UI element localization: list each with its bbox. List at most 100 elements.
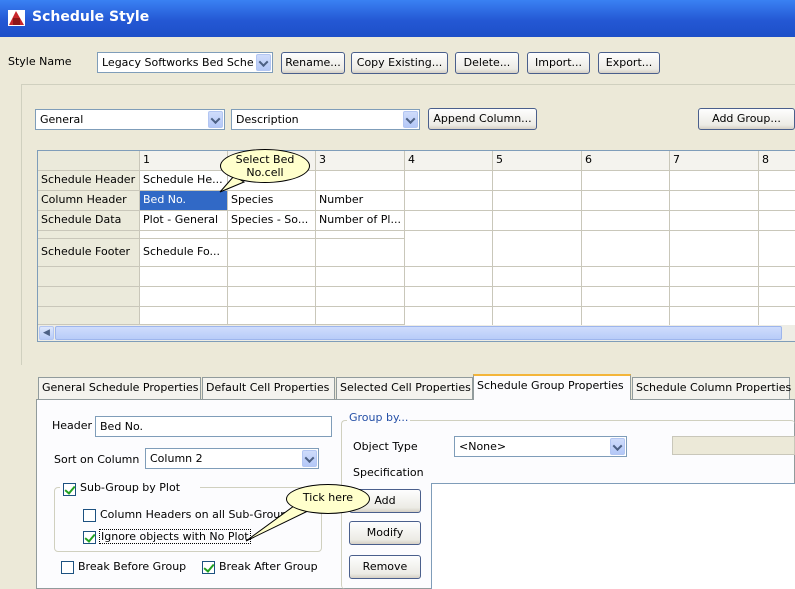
column-number[interactable]: 6 xyxy=(582,151,670,171)
copy-existing-button[interactable]: Copy Existing... xyxy=(351,52,448,74)
object-type-select[interactable]: <None> xyxy=(454,436,627,457)
object-type-label: Object Type xyxy=(353,440,418,453)
app-icon xyxy=(8,10,25,26)
column-number[interactable]: 3 xyxy=(316,151,405,171)
row-label: Column Header xyxy=(38,191,140,211)
chevron-down-icon[interactable] xyxy=(403,111,418,128)
row-label xyxy=(38,287,140,307)
export-button[interactable]: Export... xyxy=(598,52,660,74)
schedule-table[interactable]: 1 2 3 4 5 6 7 8 Schedule Header Schedule… xyxy=(37,150,795,342)
grid-line xyxy=(404,171,405,325)
object-type-value: <None> xyxy=(459,440,507,453)
grid-line xyxy=(405,210,795,211)
tab-general-schedule-properties[interactable]: General Schedule Properties xyxy=(38,377,201,399)
category-select[interactable]: General xyxy=(35,109,225,130)
horizontal-scrollbar[interactable]: ◀ xyxy=(38,325,795,341)
remove-button[interactable]: Remove xyxy=(349,555,421,579)
add-group-button[interactable]: Add Group... xyxy=(698,108,795,130)
table-cell[interactable] xyxy=(140,287,228,307)
grid-line xyxy=(405,306,795,307)
sort-label: Sort on Column xyxy=(54,453,140,466)
table-cell[interactable]: Plot - General xyxy=(140,211,228,231)
header-field[interactable]: Bed No. xyxy=(95,416,332,437)
table-cell[interactable] xyxy=(140,267,228,287)
column-headers-checkbox[interactable] xyxy=(83,509,96,522)
append-column-button[interactable]: Append Column... xyxy=(428,108,537,130)
tab-schedule-group-properties[interactable]: Schedule Group Properties xyxy=(473,374,631,400)
sort-column-select[interactable]: Column 2 xyxy=(145,448,319,469)
column-number[interactable]: 8 xyxy=(759,151,795,171)
table-cell[interactable] xyxy=(228,239,316,267)
table-cell[interactable] xyxy=(316,287,405,307)
subgroup-label: Sub-Group by Plot xyxy=(80,481,181,494)
table-cell[interactable]: Species - So... xyxy=(228,211,316,231)
group-by-legend: Group by... xyxy=(347,411,411,424)
property-select[interactable]: Description xyxy=(231,109,420,130)
table-cell[interactable] xyxy=(316,231,405,239)
table-cell[interactable] xyxy=(316,307,405,325)
ignore-no-plot-label: Ignore objects with No Plot xyxy=(99,529,251,544)
rename-button[interactable]: Rename... xyxy=(281,52,345,74)
grid-line xyxy=(405,230,795,231)
break-before-label: Break Before Group xyxy=(78,560,187,573)
table-cell[interactable] xyxy=(140,307,228,325)
specification-label: Specification xyxy=(353,466,424,479)
grid-line xyxy=(405,266,795,267)
table-cell[interactable]: Number of Pl... xyxy=(316,211,405,231)
table-cell[interactable]: Schedule Fo... xyxy=(140,239,228,267)
chevron-down-icon[interactable] xyxy=(256,54,271,71)
chevron-down-icon[interactable] xyxy=(302,450,317,467)
table-corner xyxy=(38,151,140,171)
scroll-left-icon[interactable]: ◀ xyxy=(39,326,54,340)
table-cell[interactable] xyxy=(140,231,228,239)
grid-line xyxy=(581,171,582,325)
row-label xyxy=(38,231,140,239)
sort-column-value: Column 2 xyxy=(150,452,203,465)
grid-line xyxy=(405,190,795,191)
callout-tick-here: Tick here xyxy=(286,484,370,514)
row-label xyxy=(38,267,140,287)
table-cell[interactable] xyxy=(228,287,316,307)
ignore-no-plot-checkbox[interactable] xyxy=(83,531,96,544)
tab-selected-cell-properties[interactable]: Selected Cell Properties xyxy=(336,377,473,399)
style-name-label: Style Name xyxy=(8,55,72,68)
table-cell[interactable] xyxy=(316,171,405,191)
row-label: Schedule Header xyxy=(38,171,140,191)
table-cell[interactable]: Number xyxy=(316,191,405,211)
break-after-checkbox[interactable] xyxy=(202,561,215,574)
property-value: Description xyxy=(236,113,299,126)
row-label xyxy=(38,307,140,325)
table-cell[interactable] xyxy=(316,239,405,267)
specification-list[interactable] xyxy=(431,483,795,589)
column-number[interactable]: 4 xyxy=(405,151,493,171)
break-after-label: Break After Group xyxy=(219,560,318,573)
chevron-down-icon[interactable] xyxy=(208,111,223,128)
category-value: General xyxy=(40,113,84,126)
delete-button[interactable]: Delete... xyxy=(455,52,519,74)
table-cell[interactable] xyxy=(228,307,316,325)
grid-line xyxy=(669,171,670,325)
disabled-field xyxy=(672,436,795,455)
tab-default-cell-properties[interactable]: Default Cell Properties xyxy=(202,377,335,399)
table-cell[interactable] xyxy=(228,267,316,287)
callout-select-cell: Select Bed No.cell xyxy=(220,149,310,183)
import-button[interactable]: Import... xyxy=(527,52,590,74)
column-number[interactable]: 5 xyxy=(493,151,582,171)
window-title: Schedule Style xyxy=(32,9,150,25)
style-name-value: Legacy Softworks Bed Sche xyxy=(102,56,254,69)
grid-line xyxy=(405,286,795,287)
break-before-checkbox[interactable] xyxy=(61,561,74,574)
row-label: Schedule Data xyxy=(38,211,140,231)
subgroup-checkbox[interactable] xyxy=(63,483,76,496)
column-number[interactable]: 7 xyxy=(670,151,759,171)
style-name-select[interactable]: Legacy Softworks Bed Sche xyxy=(97,52,273,73)
table-cell[interactable] xyxy=(228,231,316,239)
grid-line xyxy=(758,171,759,325)
header-label: Header xyxy=(52,419,93,432)
chevron-down-icon[interactable] xyxy=(610,438,625,455)
scrollbar-thumb[interactable] xyxy=(55,326,782,340)
tab-schedule-column-properties[interactable]: Schedule Column Properties xyxy=(632,377,791,399)
title-bar[interactable]: Schedule Style xyxy=(0,0,795,37)
grid-line xyxy=(492,171,493,325)
table-cell[interactable] xyxy=(316,267,405,287)
